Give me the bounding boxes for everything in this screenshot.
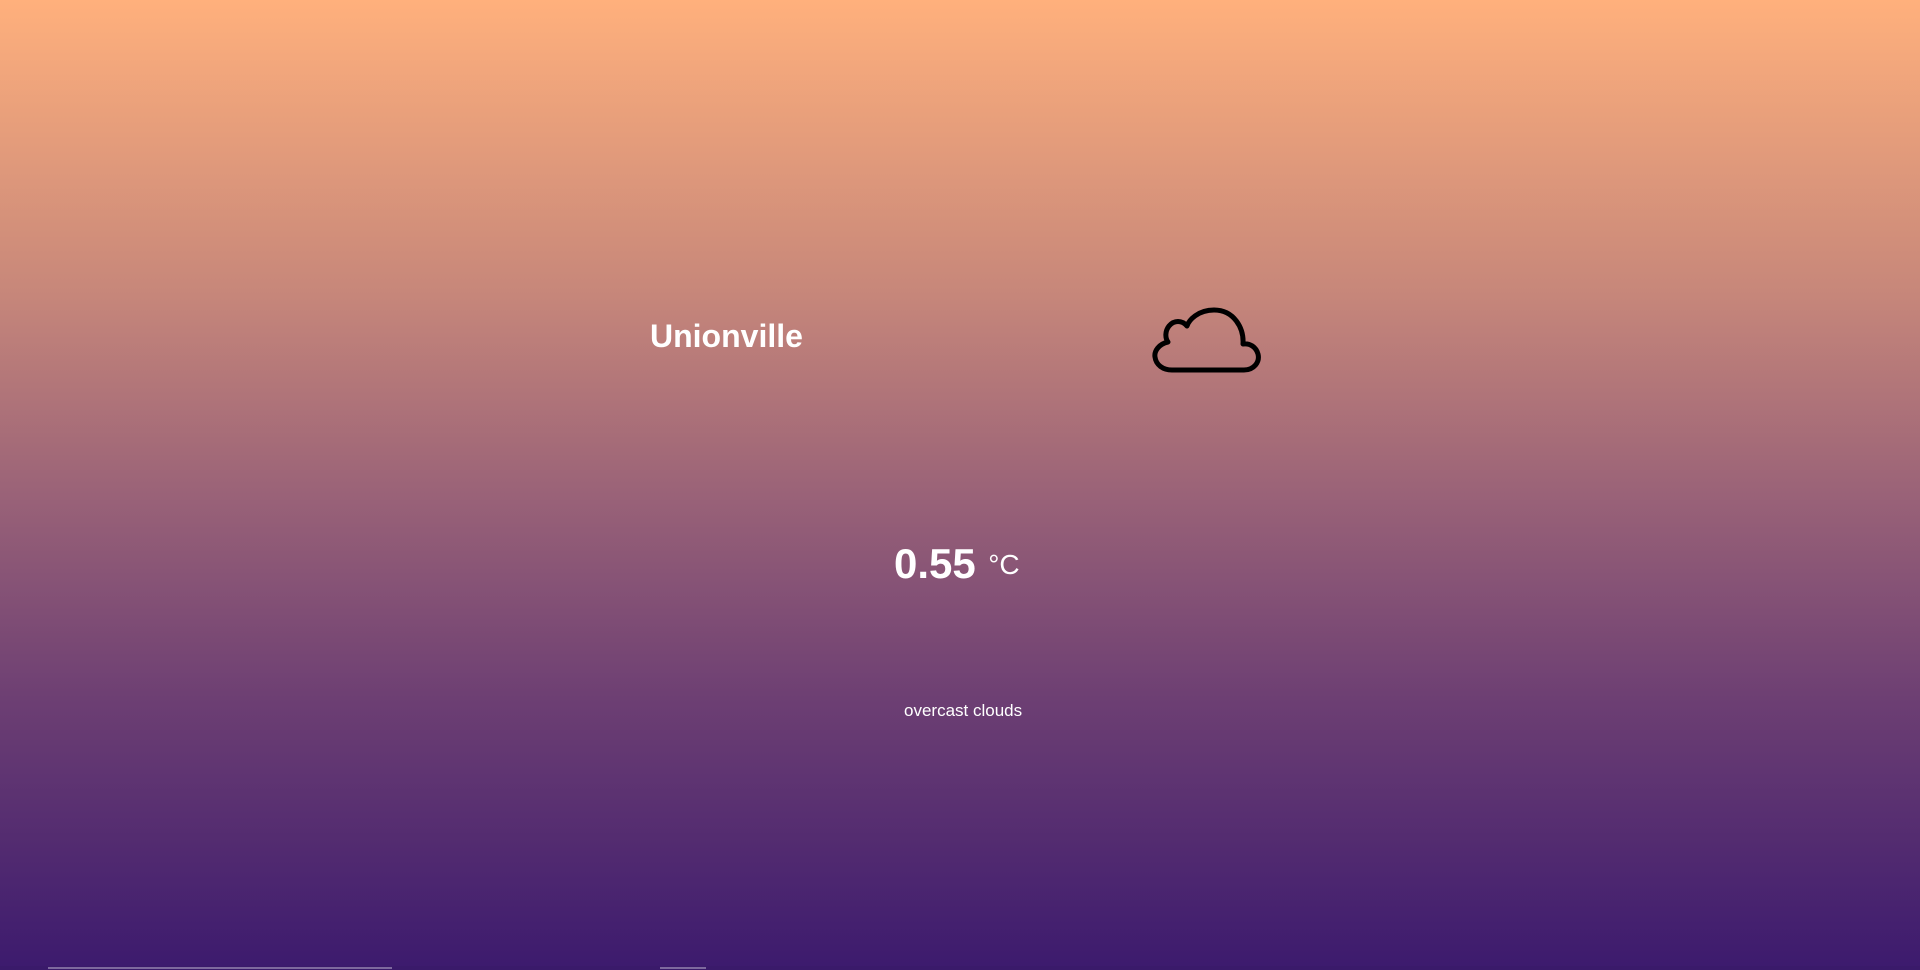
weather-app: Unionville 0.55 °C overcast clouds — [0, 0, 1920, 970]
temperature-display: 0.55 °C — [894, 540, 1020, 588]
weather-description: overcast clouds — [904, 701, 1023, 720]
scrollbar-segment — [48, 967, 392, 969]
cloud-icon — [1152, 307, 1261, 373]
city-name: Unionville — [650, 318, 803, 354]
temperature-unit: °C — [988, 549, 1020, 580]
scrollbar-segment-small — [660, 967, 706, 969]
temperature-value: 0.55 — [894, 540, 976, 587]
